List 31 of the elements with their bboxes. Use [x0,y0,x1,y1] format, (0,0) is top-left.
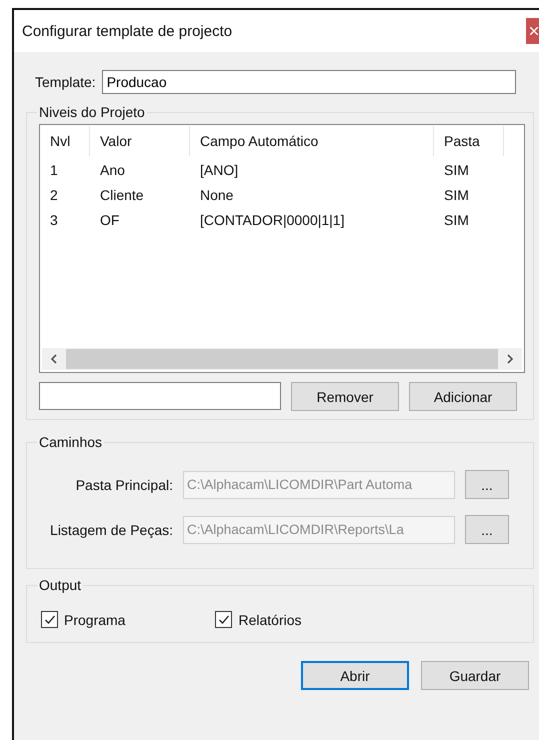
table-cell-text: Ano [99,162,126,178]
group-title: Caminhos [38,434,104,450]
column-header[interactable]: Nvl [40,126,90,156]
table-cell-text: SIM [443,162,470,178]
template-label: Template: [35,74,96,90]
column-header[interactable]: Pasta [434,126,504,156]
table-cell-text: SIM [443,186,470,202]
table-cell-text: 3 [49,212,59,228]
column-header[interactable]: Campo Automático [190,126,434,156]
table-cell-text: 1 [49,162,59,178]
table-cell-text: None [199,186,234,202]
checkbox-label: Programa [64,612,126,628]
table-cell-text: [ANO] [199,162,240,178]
list-button[interactable]: Adicionar [409,382,517,411]
group-title: Output [38,577,82,593]
path-label: Pasta Principal: [74,476,173,492]
path-label: Listagem de Peças: [49,522,173,538]
window-title: Configurar template de projecto [21,22,232,40]
levels-list[interactable]: Nvl Valor Campo Automático Pasta 1 Ano [ANO] SIM 2 Cliente None SIM 3 OF [CONTADOR|0000|1|1] SIM [39,124,525,373]
table-cell-text: Cliente [99,186,145,202]
table-cell-text: SIM [443,212,470,228]
group-title: Niveis do Projeto [38,104,146,120]
dialog-button[interactable]: Abrir [301,661,409,690]
template-field[interactable]: Producao [102,70,516,94]
checkbox-label: Relatórios [238,612,302,628]
list-button[interactable]: Remover [291,382,399,411]
table-cell-text: OF [99,212,120,228]
table-cell-text: [CONTADOR|0000|1|1] [199,212,346,228]
table-cell-text: 2 [49,186,59,202]
dialog-button[interactable]: Guardar [421,661,529,690]
column-header[interactable]: Valor [90,126,190,156]
